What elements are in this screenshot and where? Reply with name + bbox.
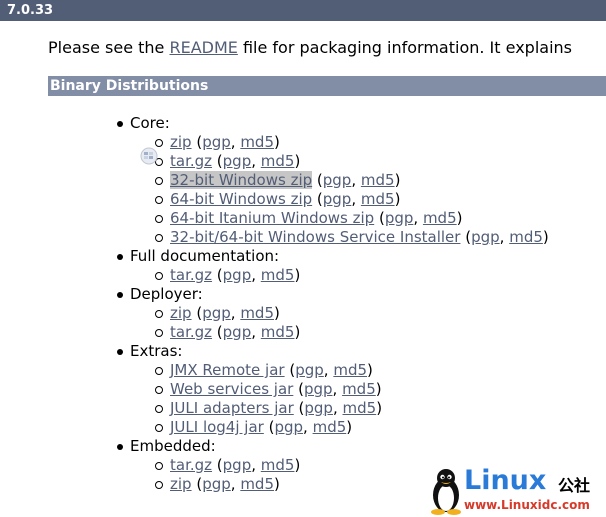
download-item: tar.gz (pgp, md5) xyxy=(155,323,549,342)
download-link[interactable]: 64-bit Itanium Windows zip xyxy=(170,209,374,227)
intro-suffix: file for packaging information. It expla… xyxy=(237,38,572,57)
download-item: zip (pgp, md5) xyxy=(155,304,549,323)
download-link[interactable]: tar.gz xyxy=(170,323,212,341)
md5-checksum-link[interactable]: md5 xyxy=(261,152,295,170)
category-label: Extras: xyxy=(130,342,183,360)
category-item: Core: zip (pgp, md5) tar.gz (pgp, md5) 32-b… xyxy=(0,114,549,247)
md5-checksum-link[interactable]: md5 xyxy=(423,209,457,227)
md5-checksum-link[interactable]: md5 xyxy=(313,418,347,436)
download-link[interactable]: 32-bit Windows zip xyxy=(170,171,313,189)
download-link[interactable]: tar.gz xyxy=(170,456,212,474)
download-item: 32-bit/64-bit Windows Service Installer … xyxy=(155,228,549,246)
section-title-binary-distributions: Binary Distributions xyxy=(48,76,606,96)
download-item: tar.gz (pgp, md5) xyxy=(155,152,549,171)
category-item: Full documentation: tar.gz (pgp, md5) xyxy=(0,247,549,285)
category-label: Core: xyxy=(130,114,170,132)
download-link[interactable]: tar.gz xyxy=(170,266,212,284)
download-item: 64-bit Windows zip (pgp, md5) xyxy=(155,190,549,209)
download-link[interactable]: JULI adapters jar xyxy=(170,399,294,417)
category-item: Deployer: zip (pgp, md5) tar.gz (pgp, md5) xyxy=(0,285,549,342)
category-item: Extras: JMX Remote jar (pgp, md5) Web serv… xyxy=(0,342,549,437)
download-link[interactable]: zip xyxy=(170,304,192,322)
download-item: 32-bit Windows zip (pgp, md5) xyxy=(155,171,549,190)
download-item: 64-bit Itanium Windows zip (pgp, md5) xyxy=(155,209,549,228)
md5-checksum-link[interactable]: md5 xyxy=(261,323,295,341)
pgp-signature-link[interactable]: pgp xyxy=(323,190,352,208)
pgp-signature-link[interactable]: pgp xyxy=(385,209,414,227)
download-item: JULI adapters jar (pgp, md5) xyxy=(155,399,549,418)
linuxidc-watermark: Linux 公社 www.Linuxidc.com xyxy=(428,465,606,517)
watermark-brand: Linux xyxy=(464,465,547,496)
distribution-list: Core: zip (pgp, md5) tar.gz (pgp, md5) 32-b… xyxy=(0,114,549,494)
download-link[interactable]: JMX Remote jar xyxy=(170,361,285,379)
intro-paragraph: Please see the README file for packaging… xyxy=(48,38,606,57)
watermark-url: www.Linuxidc.com xyxy=(464,498,590,512)
pgp-signature-link[interactable]: pgp xyxy=(223,152,252,170)
md5-checksum-link[interactable]: md5 xyxy=(240,475,274,493)
pgp-signature-link[interactable]: pgp xyxy=(202,475,231,493)
pgp-signature-link[interactable]: pgp xyxy=(223,323,252,341)
md5-checksum-link[interactable]: md5 xyxy=(240,133,274,151)
pgp-signature-link[interactable]: pgp xyxy=(202,133,231,151)
pgp-signature-link[interactable]: pgp xyxy=(202,304,231,322)
pgp-signature-link[interactable]: pgp xyxy=(223,266,252,284)
download-item: JMX Remote jar (pgp, md5) xyxy=(155,361,549,380)
md5-checksum-link[interactable]: md5 xyxy=(240,304,274,322)
md5-checksum-link[interactable]: md5 xyxy=(509,228,543,246)
download-sublist: JMX Remote jar (pgp, md5) Web services ja… xyxy=(130,361,549,437)
watermark-brand-suffix: 公社 xyxy=(558,476,591,495)
download-item: zip (pgp, md5) xyxy=(155,133,549,152)
download-sublist: tar.gz (pgp, md5) xyxy=(130,266,549,285)
download-item: JULI log4j jar (pgp, md5) xyxy=(155,418,549,437)
download-item: Web services jar (pgp, md5) xyxy=(155,380,549,399)
md5-checksum-link[interactable]: md5 xyxy=(261,456,295,474)
md5-checksum-link[interactable]: md5 xyxy=(333,361,367,379)
pgp-signature-link[interactable]: pgp xyxy=(295,361,324,379)
pgp-signature-link[interactable]: pgp xyxy=(304,399,333,417)
download-sublist: zip (pgp, md5) tar.gz (pgp, md5) 32-bit Wi… xyxy=(130,133,549,247)
readme-link[interactable]: README xyxy=(169,38,237,57)
download-sublist: zip (pgp, md5) tar.gz (pgp, md5) xyxy=(130,304,549,342)
download-link[interactable]: zip xyxy=(170,133,192,151)
download-link[interactable]: tar.gz xyxy=(170,152,212,170)
md5-checksum-link[interactable]: md5 xyxy=(361,190,395,208)
md5-checksum-link[interactable]: md5 xyxy=(343,399,377,417)
md5-checksum-link[interactable]: md5 xyxy=(342,380,376,398)
download-link[interactable]: 32-bit/64-bit Windows Service Installer xyxy=(170,228,460,246)
md5-checksum-link[interactable]: md5 xyxy=(361,171,395,189)
category-label: Deployer: xyxy=(130,285,203,303)
category-label: Full documentation: xyxy=(130,247,280,265)
tux-penguin-icon xyxy=(431,469,461,515)
download-link[interactable]: Web services jar xyxy=(170,380,293,398)
download-item: tar.gz (pgp, md5) xyxy=(155,266,549,285)
download-link[interactable]: zip xyxy=(170,475,192,493)
pgp-signature-link[interactable]: pgp xyxy=(223,456,252,474)
cursor-busy-icon xyxy=(140,147,158,165)
intro-prefix: Please see the xyxy=(48,38,170,57)
version-header: 7.0.33 xyxy=(0,0,606,21)
category-label: Embedded: xyxy=(130,437,216,455)
pgp-signature-link[interactable]: pgp xyxy=(471,228,500,246)
pgp-signature-link[interactable]: pgp xyxy=(304,380,333,398)
pgp-signature-link[interactable]: pgp xyxy=(274,418,303,436)
download-link[interactable]: JULI log4j jar xyxy=(170,418,264,436)
md5-checksum-link[interactable]: md5 xyxy=(261,266,295,284)
pgp-signature-link[interactable]: pgp xyxy=(323,171,352,189)
download-link[interactable]: 64-bit Windows zip xyxy=(170,190,312,208)
